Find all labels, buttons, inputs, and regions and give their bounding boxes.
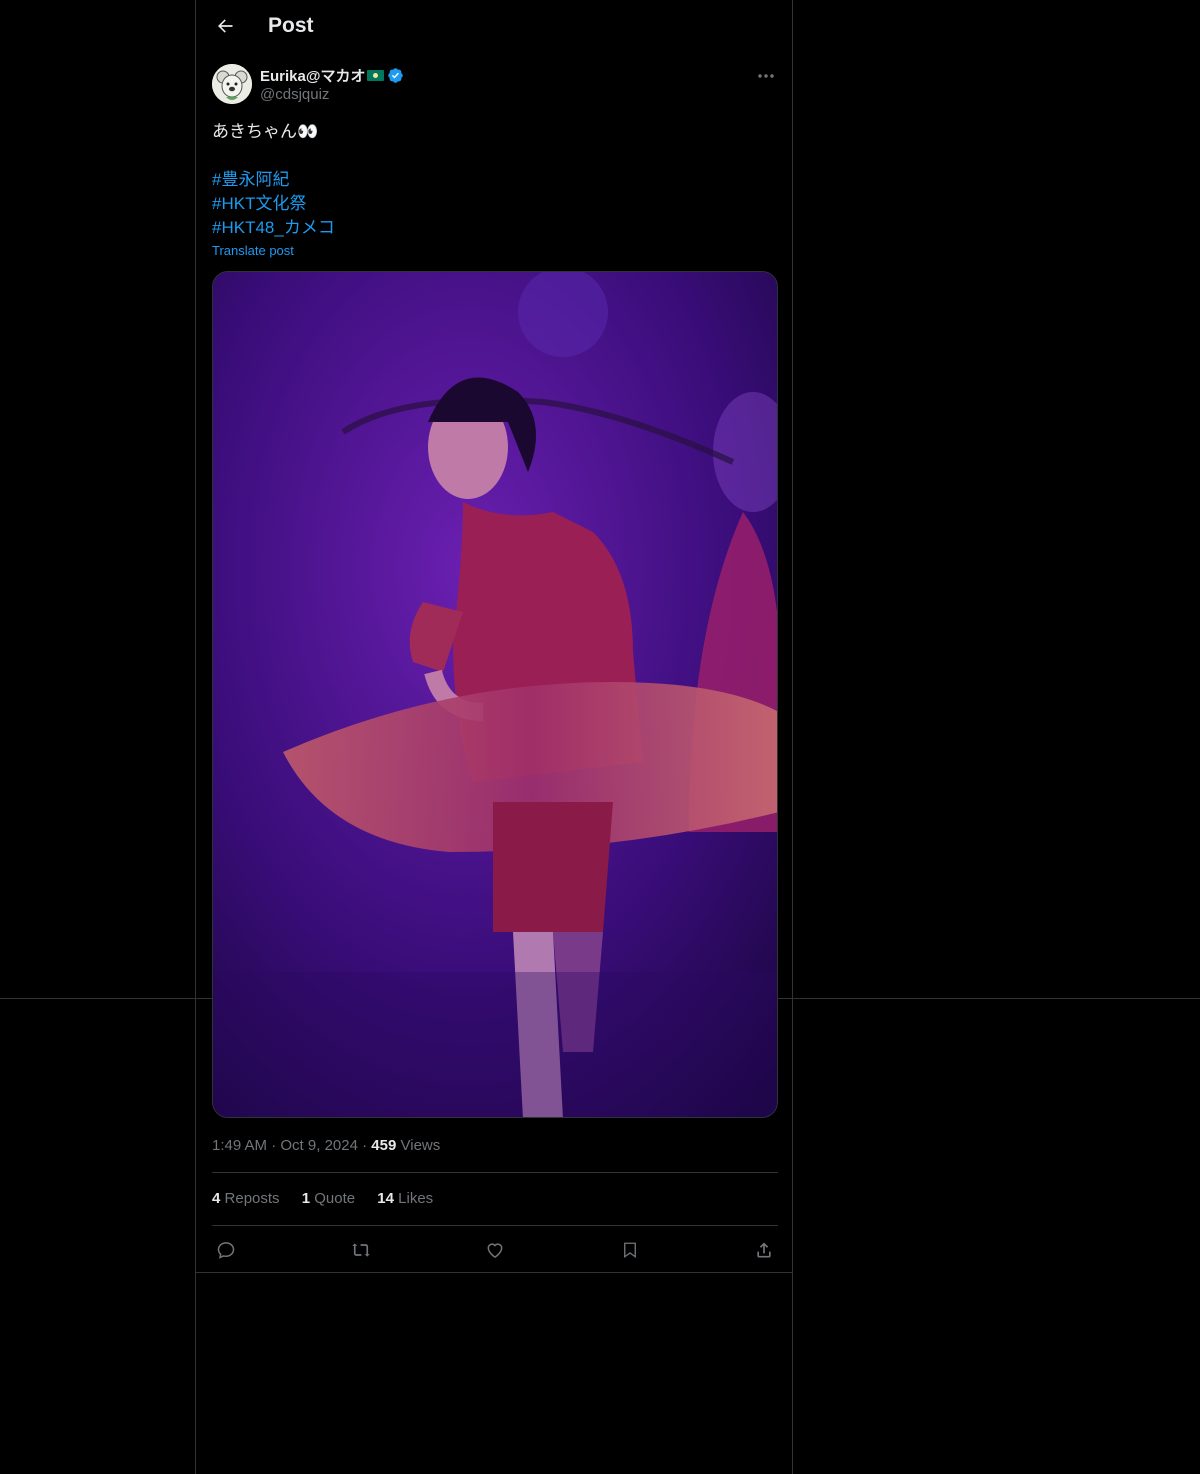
arrow-left-icon — [218, 19, 233, 33]
author-block: Eurika@マカオ @cdsjquiz — [260, 64, 404, 103]
views-label: Views — [400, 1137, 441, 1154]
post-text: あきちゃん👀 #豊永阿紀 #HKT文化祭 #HKT48_カメコ — [212, 120, 778, 240]
post-body: あきちゃん👀 — [212, 122, 319, 141]
main-column: Post Eurika@マカオ @cdsjquiz あきちゃん👀 #豊永阿紀 #… — [195, 0, 793, 1474]
bookmark-button[interactable] — [616, 1236, 644, 1264]
performer-photo-image — [213, 272, 777, 1117]
more-options-button[interactable] — [756, 66, 776, 86]
reply-button[interactable] — [212, 1236, 240, 1264]
quotes-stat[interactable]: 1 Quote — [302, 1190, 355, 1207]
verified-badge-icon — [388, 67, 404, 83]
meta-separator: · — [271, 1137, 277, 1154]
likes-stat[interactable]: 14 Likes — [377, 1190, 433, 1207]
meta-separator: · — [362, 1137, 368, 1154]
heart-icon — [487, 1243, 503, 1258]
repost-icon — [351, 1243, 370, 1257]
reply-icon — [217, 1242, 235, 1259]
user-handle[interactable]: @cdsjquiz — [260, 86, 404, 103]
hashtag-link[interactable]: #HKT48_カメコ — [212, 216, 778, 240]
bookmark-icon — [623, 1242, 636, 1259]
post-time[interactable]: 1:49 AM — [212, 1137, 267, 1154]
post-date[interactable]: Oct 9, 2024 — [280, 1137, 358, 1154]
back-button[interactable] — [208, 9, 242, 43]
koala-avatar-icon — [212, 64, 252, 104]
more-dots-icon — [758, 74, 774, 78]
repost-button[interactable] — [347, 1236, 375, 1264]
post-header: Post — [196, 0, 792, 53]
engagement-stats: 4 Reposts 1 Quote 14 Likes — [212, 1190, 451, 1207]
reposts-stat[interactable]: 4 Reposts — [212, 1190, 280, 1207]
post-photo[interactable] — [212, 271, 778, 1118]
translate-post-link[interactable]: Translate post — [212, 243, 294, 258]
share-icon — [757, 1242, 771, 1258]
hashtag-link[interactable]: #豊永阿紀 — [212, 168, 778, 192]
action-bar — [212, 1236, 778, 1264]
post-bottom-border — [196, 1272, 792, 1273]
hashtag-link[interactable]: #HKT文化祭 — [212, 192, 778, 216]
like-button[interactable] — [481, 1236, 509, 1264]
divider — [212, 1225, 778, 1226]
display-name[interactable]: Eurika@マカオ — [260, 65, 365, 86]
page-title: Post — [268, 14, 314, 37]
post-meta: 1:49 AM · Oct 9, 2024 · 459 Views — [212, 1137, 440, 1154]
macau-flag-icon — [367, 69, 385, 81]
avatar[interactable] — [212, 64, 252, 104]
divider — [212, 1172, 778, 1173]
share-button[interactable] — [750, 1236, 778, 1264]
views-count: 459 — [371, 1137, 397, 1154]
